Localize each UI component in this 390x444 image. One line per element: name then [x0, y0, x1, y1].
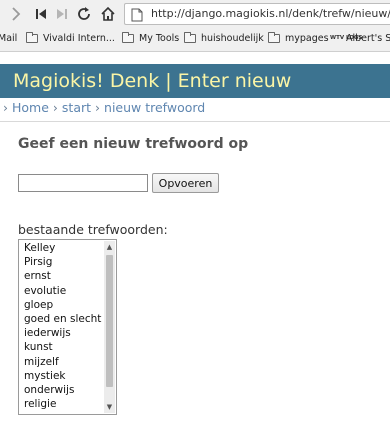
url-text[interactable]: http://django.magiokis.nl/denk/trefw/nie…: [151, 7, 390, 20]
divider: [0, 121, 390, 122]
list-item[interactable]: gloep: [24, 298, 101, 312]
new-keyword-input[interactable]: [18, 174, 148, 192]
listbox-scrollbar[interactable]: ▲ ▼: [104, 241, 115, 413]
submit-button[interactable]: Opvoeren: [152, 173, 219, 193]
list-item[interactable]: ernst: [24, 269, 101, 283]
site-header: Magiokis! Denk | Enter nieuw: [0, 64, 390, 98]
folder-icon: [122, 32, 134, 43]
breadcrumb-separator: ›: [95, 100, 101, 115]
keywords-listbox[interactable]: Kelley Pirsig ernst evolutie gloep goed …: [18, 239, 117, 415]
list-item[interactable]: mystiek: [24, 369, 101, 383]
scroll-down-icon[interactable]: ▼: [104, 401, 115, 413]
folder-icon: [268, 32, 280, 43]
bookmark-label: My Tools: [139, 33, 180, 44]
wtv-logo-icon: WTV LOGS: [330, 35, 363, 41]
list-item[interactable]: mijzelf: [24, 355, 101, 369]
bookmark-vivaldi-internal[interactable]: Vivaldi Intern...: [26, 32, 115, 44]
breadcrumb-current-link[interactable]: nieuw trefwoord: [104, 100, 205, 115]
browser-toolbar: http://django.magiokis.nl/denk/trefw/nie…: [0, 0, 390, 28]
site-title: Magiokis! Denk | Enter nieuw: [13, 70, 292, 92]
list-item[interactable]: Pirsig: [24, 255, 101, 269]
list-item[interactable]: Kelley: [24, 241, 101, 255]
forward-icon[interactable]: [6, 4, 26, 24]
bookmark-label: mypages: [285, 33, 329, 44]
bookmark-label: huishoudelijk: [201, 33, 264, 44]
scrollbar-thumb[interactable]: [106, 255, 113, 387]
list-item[interactable]: religie: [24, 397, 101, 411]
bookmarks-bar: Mail Vivaldi Intern... My Tools huishoud…: [0, 28, 390, 52]
bookmark-mypages[interactable]: mypages: [268, 32, 329, 44]
reload-icon[interactable]: [74, 4, 94, 24]
home-icon[interactable]: [98, 4, 118, 24]
breadcrumb-separator: ›: [52, 100, 58, 115]
page-info-icon[interactable]: [130, 7, 144, 22]
bookmark-huishoudelijk[interactable]: huishoudelijk: [184, 32, 264, 44]
list-item[interactable]: iederwijs: [24, 326, 101, 340]
breadcrumb: › Home › start › nieuw trefwoord: [3, 100, 205, 115]
bookmark-alberts[interactable]: WTV LOGS Albert's S: [330, 33, 390, 44]
next-page-icon[interactable]: [52, 4, 72, 24]
folder-icon: [26, 32, 38, 43]
list-item[interactable]: goed en slecht: [24, 312, 101, 326]
list-item[interactable]: kunst: [24, 340, 101, 354]
breadcrumb-home-link[interactable]: Home: [12, 100, 49, 115]
bookmark-label: Mail: [0, 33, 18, 44]
list-item[interactable]: evolutie: [24, 284, 101, 298]
bookmark-my-tools[interactable]: My Tools: [122, 32, 180, 44]
keywords-list: Kelley Pirsig ernst evolutie gloep goed …: [24, 241, 101, 411]
folder-icon: [184, 32, 196, 43]
bookmark-mail[interactable]: Mail: [0, 33, 17, 44]
first-page-icon[interactable]: [31, 4, 51, 24]
keywords-label: bestaande trefwoorden:: [18, 222, 168, 237]
address-bar[interactable]: http://django.magiokis.nl/denk/trefw/nie…: [124, 3, 390, 25]
breadcrumb-separator: ›: [3, 100, 8, 115]
bookmark-label: Vivaldi Intern...: [43, 33, 115, 44]
scroll-up-icon[interactable]: ▲: [104, 241, 115, 253]
bookmark-label: Albert's S: [346, 33, 390, 44]
page-heading: Geef een nieuw trefwoord op: [18, 136, 249, 152]
list-item[interactable]: onderwijs: [24, 383, 101, 397]
breadcrumb-start-link[interactable]: start: [62, 100, 91, 115]
